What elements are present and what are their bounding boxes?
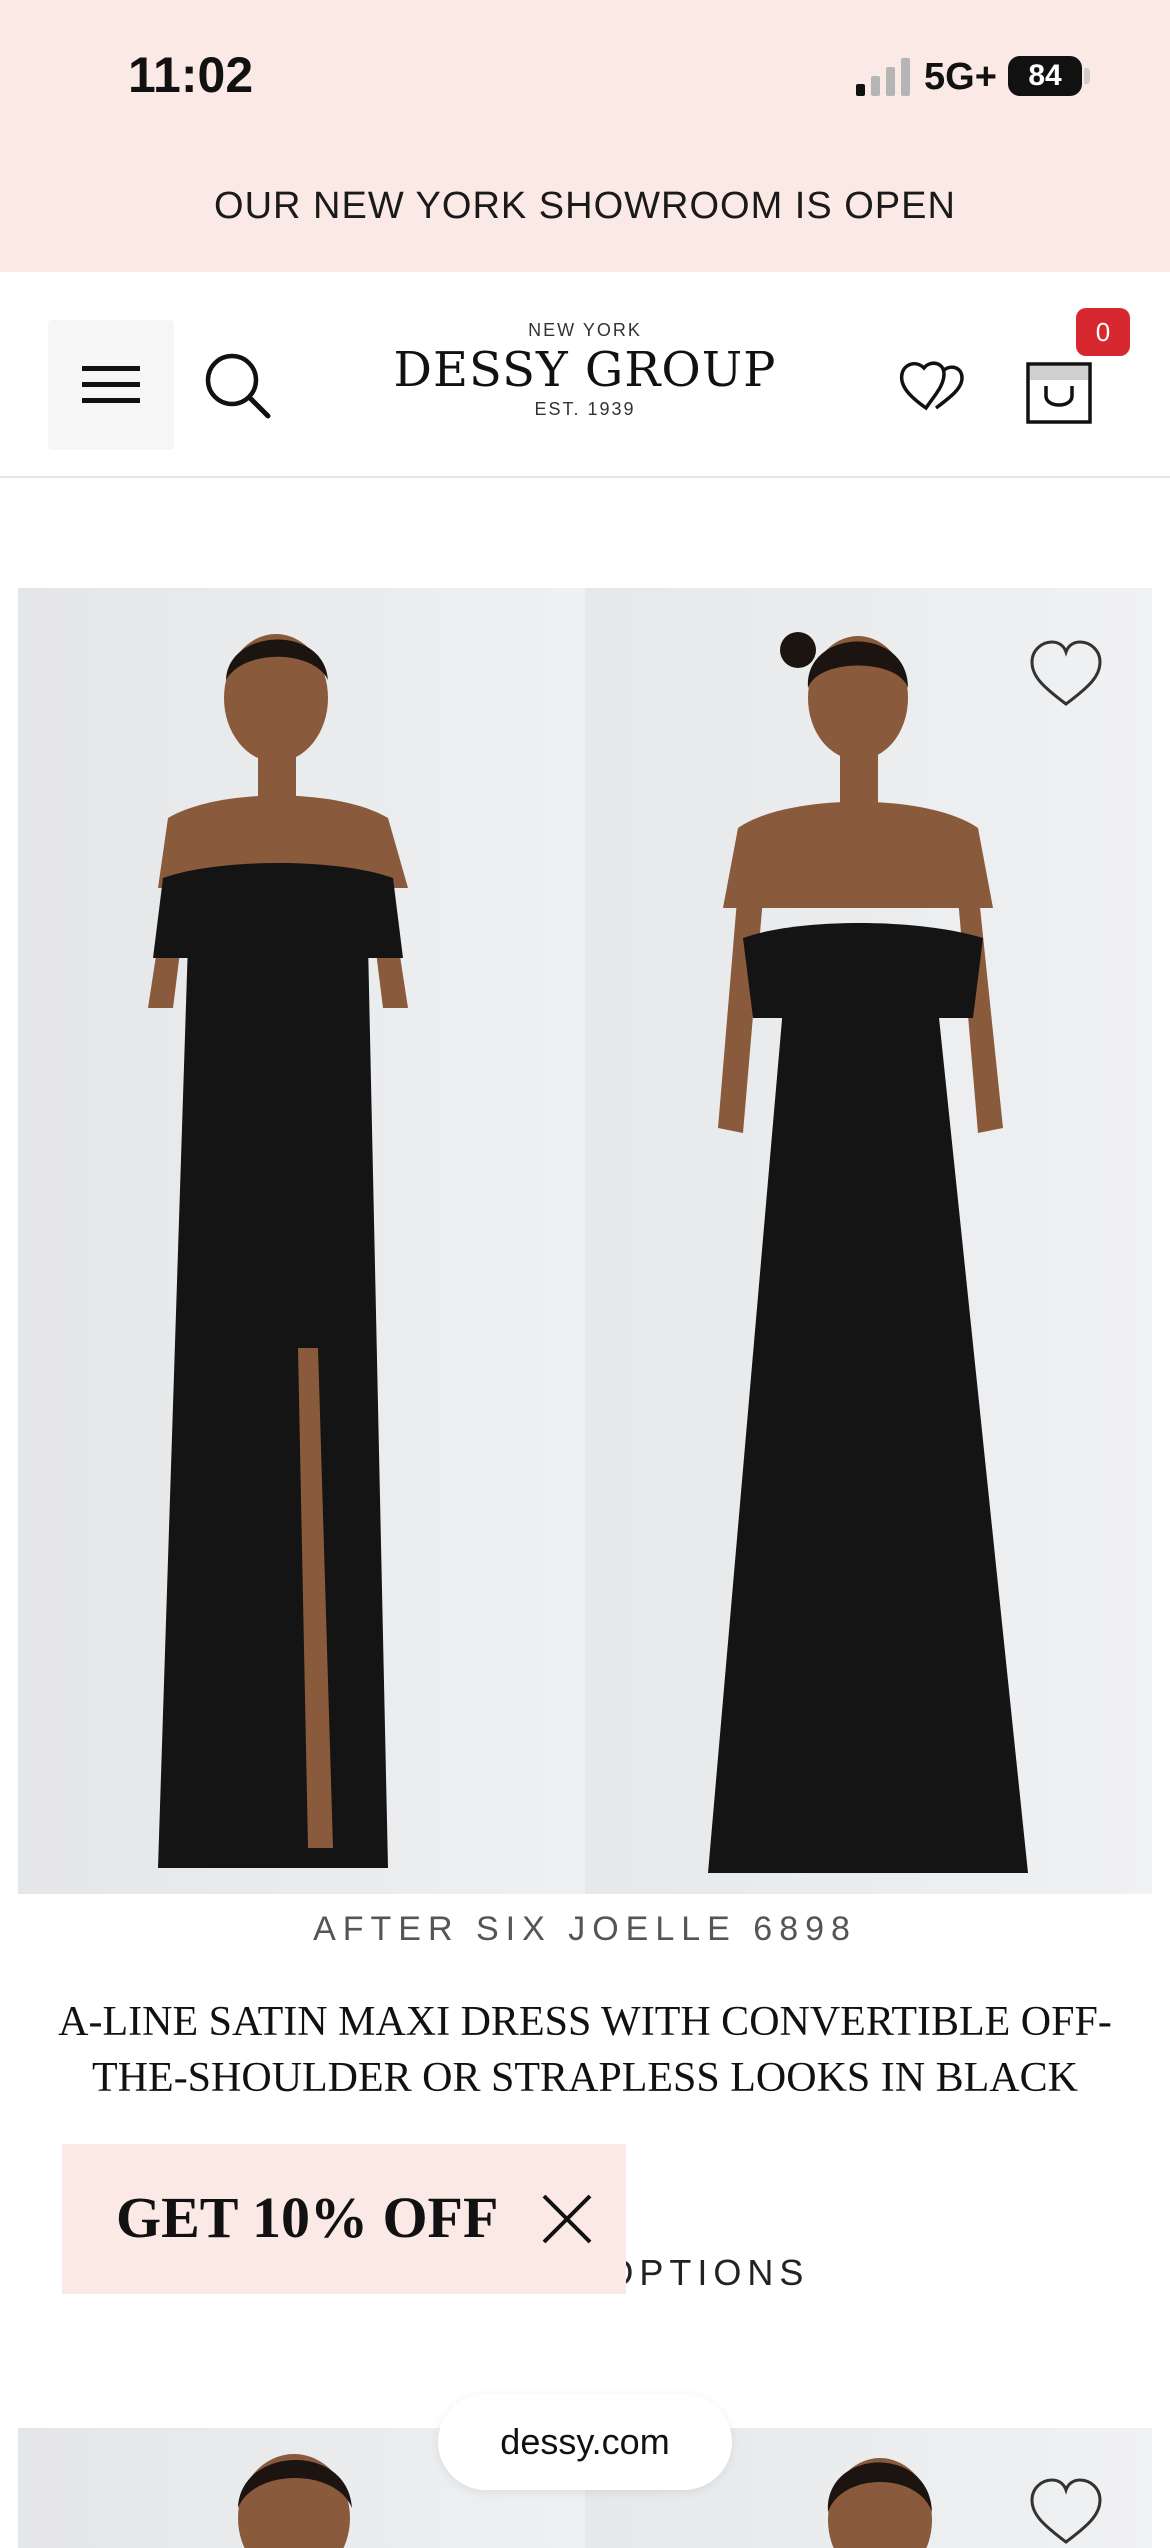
product-image[interactable] bbox=[18, 588, 1152, 1894]
logo-top: NEW YORK bbox=[528, 320, 642, 340]
signal-icon bbox=[856, 58, 910, 96]
promo-banner[interactable]: OUR NEW YORK SHOWROOM IS OPEN bbox=[0, 140, 1170, 272]
battery-tip bbox=[1084, 68, 1090, 84]
hamburger-icon bbox=[82, 366, 140, 403]
close-icon[interactable] bbox=[540, 2192, 594, 2246]
browser-url-pill[interactable]: dessy.com bbox=[438, 2394, 732, 2490]
browser-url: dessy.com bbox=[500, 2421, 670, 2462]
cart-count-badge: 0 bbox=[1076, 308, 1130, 356]
discount-popup[interactable]: GET 10% OFF bbox=[62, 2144, 626, 2294]
network-label: 5G+ bbox=[924, 56, 997, 98]
wishlist-hearts-icon[interactable] bbox=[896, 348, 970, 422]
battery-level: 84 bbox=[1028, 59, 1062, 92]
product-brand: AFTER SIX JOELLE 6898 bbox=[313, 1910, 857, 1948]
product-name[interactable]: A-LINE SATIN MAXI DRESS WITH CONVERTIBLE… bbox=[40, 1994, 1130, 2106]
status-time: 11:02 bbox=[128, 47, 254, 103]
next-favorite-heart-icon[interactable] bbox=[1028, 2476, 1104, 2548]
site-header: NEW YORK DESSY GROUP EST. 1939 0 bbox=[0, 272, 1170, 478]
dress-photo bbox=[148, 632, 1028, 1873]
logo-main: DESSY GROUP bbox=[393, 342, 777, 398]
favorite-heart-icon[interactable] bbox=[1028, 638, 1104, 710]
battery-icon: 84 bbox=[1008, 56, 1082, 96]
logo-bottom: EST. 1939 bbox=[534, 399, 636, 419]
discount-label: GET 10% OFF bbox=[116, 2185, 499, 2250]
search-icon[interactable] bbox=[200, 348, 274, 422]
logo[interactable]: NEW YORK DESSY GROUP EST. 1939 bbox=[380, 320, 790, 420]
promo-text: OUR NEW YORK SHOWROOM IS OPEN bbox=[214, 184, 956, 227]
status-bar: 11:02 5G+ 84 bbox=[0, 0, 1170, 140]
menu-button[interactable] bbox=[48, 320, 174, 450]
